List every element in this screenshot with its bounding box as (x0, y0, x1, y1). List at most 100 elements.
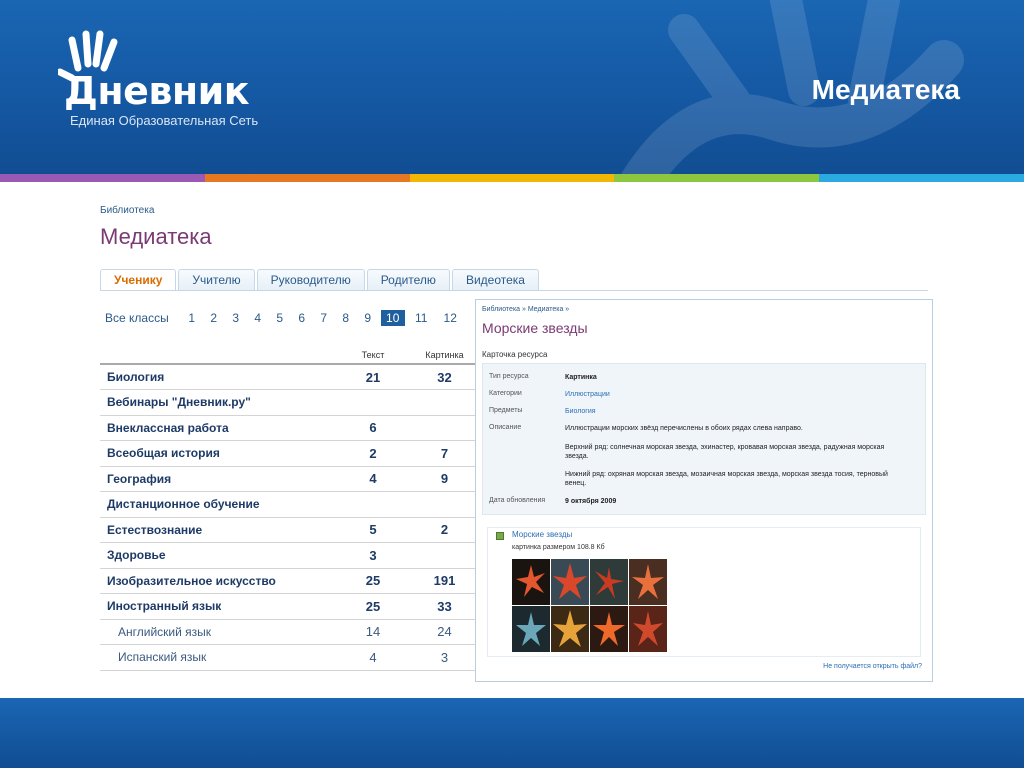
resource-preview-panel: Библиотека » Медиатека » Морские звезды … (475, 299, 933, 682)
class-filter-4[interactable]: 4 (247, 311, 269, 325)
subject-name[interactable]: Испанский язык (100, 644, 333, 671)
class-filter-all[interactable]: Все классы (105, 311, 169, 325)
image-count[interactable] (413, 389, 476, 416)
image-count[interactable]: 191 (413, 568, 476, 594)
description-line-2: Верхний ряд: солнечная морская звезда, э… (565, 444, 885, 460)
field-label-type: Тип ресурса (489, 373, 529, 380)
starfish-thumbnail (590, 606, 628, 652)
file-name-link[interactable]: Морские звезды (512, 530, 572, 539)
class-filter-6[interactable]: 6 (291, 311, 313, 325)
image-count[interactable] (413, 542, 476, 569)
class-filter-11[interactable]: 11 (407, 311, 436, 325)
class-filter-7[interactable]: 7 (313, 311, 335, 325)
class-filter-1[interactable]: 1 (181, 311, 203, 325)
text-count[interactable] (333, 491, 413, 518)
starfish-thumbnail (512, 559, 550, 605)
image-count[interactable]: 3 (413, 644, 476, 671)
text-count[interactable]: 3 (333, 542, 413, 569)
starfish-thumbnail (551, 606, 589, 652)
image-count[interactable] (413, 415, 476, 441)
image-count[interactable]: 24 (413, 619, 476, 645)
class-filter-10[interactable]: 10 (380, 310, 405, 326)
text-count[interactable] (333, 389, 413, 416)
text-count[interactable]: 21 (333, 364, 413, 390)
tab-manager[interactable]: Руководителю (256, 269, 365, 291)
text-count[interactable]: 2 (333, 440, 413, 467)
subject-name[interactable]: Английский язык (100, 619, 333, 645)
subject-name[interactable]: Изобразительное искусство (100, 568, 333, 594)
class-filter-2[interactable]: 2 (203, 311, 225, 325)
stripe-segment (204, 174, 410, 182)
text-count[interactable]: 4 (333, 644, 413, 671)
stripe-segment (819, 174, 1024, 182)
tab-parent[interactable]: Родителю (366, 269, 450, 291)
table-row[interactable]: Испанский язык 4 3 (100, 644, 476, 671)
class-filter-9[interactable]: 9 (357, 311, 379, 325)
description-line-3: Нижний ряд: охряная морская звезда, моза… (565, 471, 888, 487)
stripe-segment (614, 174, 820, 182)
image-count[interactable]: 33 (413, 593, 476, 620)
resource-card-label: Карточка ресурса (482, 350, 548, 359)
tab-video-library[interactable]: Видеотека (451, 269, 539, 291)
class-filter-12[interactable]: 12 (436, 311, 465, 325)
breadcrumb[interactable]: Библиотека (100, 205, 154, 216)
class-filter-5[interactable]: 5 (269, 311, 291, 325)
subject-name[interactable]: География (100, 466, 333, 492)
subject-name[interactable]: Внеклассная работа (100, 415, 333, 441)
table-row[interactable]: Английский язык 14 24 (100, 619, 476, 645)
resource-card: Тип ресурса Картинка Категории Иллюстрац… (482, 363, 926, 515)
field-value-type: Картинка (565, 374, 597, 381)
stripe-segment (0, 174, 205, 182)
table-row[interactable]: Вебинары "Дневник.ру" (100, 389, 476, 416)
table-row[interactable]: Дистанционное обучение (100, 491, 476, 518)
image-count[interactable]: 2 (413, 517, 476, 543)
color-stripe (0, 174, 1024, 182)
subject-name[interactable]: Иностранный язык (100, 593, 333, 620)
subject-name[interactable]: Здоровье (100, 542, 333, 569)
subject-name[interactable]: Дистанционное обучение (100, 491, 333, 518)
table-row[interactable]: Внеклассная работа 6 (100, 415, 476, 441)
table-row[interactable]: Всеобщая история 2 7 (100, 440, 476, 467)
starfish-thumbnail (629, 606, 667, 652)
page-title: Медиатека (100, 224, 212, 249)
text-count[interactable]: 25 (333, 593, 413, 620)
table-row[interactable]: География 4 9 (100, 466, 476, 492)
image-count[interactable]: 32 (413, 364, 476, 390)
subjects-table: Текст Картинка Биология 21 32 Вебинары "Дне… (100, 346, 476, 671)
table-row[interactable]: Иностранный язык 25 33 (100, 593, 476, 620)
field-label-category: Категории (489, 390, 522, 397)
table-row[interactable]: Здоровье 3 (100, 542, 476, 569)
table-row[interactable]: Естествознание 5 2 (100, 517, 476, 543)
image-file-icon (496, 532, 504, 540)
text-count[interactable]: 14 (333, 619, 413, 645)
class-filter-8[interactable]: 8 (335, 311, 357, 325)
starfish-image-grid[interactable] (512, 559, 667, 653)
field-value-date: 9 октября 2009 (565, 498, 617, 505)
table-row[interactable]: Биология 21 32 (100, 364, 476, 390)
subject-name[interactable]: Вебинары "Дневник.ру" (100, 389, 333, 416)
panel-breadcrumb[interactable]: Библиотека » Медиатека » (482, 306, 569, 313)
column-header-text: Текст (333, 346, 413, 365)
subject-name[interactable]: Естествознание (100, 517, 333, 543)
text-count[interactable]: 5 (333, 517, 413, 543)
class-filter-3[interactable]: 3 (225, 311, 247, 325)
tab-student[interactable]: Ученику (100, 269, 177, 291)
text-count[interactable]: 25 (333, 568, 413, 594)
tab-teacher[interactable]: Учителю (178, 269, 255, 291)
image-count[interactable]: 7 (413, 440, 476, 467)
logo-subtitle: Единая Образовательная Сеть (70, 113, 259, 128)
image-count[interactable] (413, 491, 476, 518)
file-help-link[interactable]: Не получается открыть файл? (823, 663, 922, 670)
field-label-description: Описание (489, 424, 522, 431)
header-banner: Дневник Единая Образовательная Сеть Меди… (0, 0, 1024, 174)
subject-name[interactable]: Биология (100, 364, 333, 390)
text-count[interactable]: 6 (333, 415, 413, 441)
description-line-1: Иллюстрации морских звёзд перечислены в … (565, 425, 803, 432)
subject-name[interactable]: Всеобщая история (100, 440, 333, 467)
text-count[interactable]: 4 (333, 466, 413, 492)
field-value-subject[interactable]: Биология (565, 407, 905, 416)
stripe-segment (409, 174, 615, 182)
table-row[interactable]: Изобразительное искусство 25 191 (100, 568, 476, 594)
image-count[interactable]: 9 (413, 466, 476, 492)
field-value-category[interactable]: Иллюстрации (565, 390, 905, 399)
